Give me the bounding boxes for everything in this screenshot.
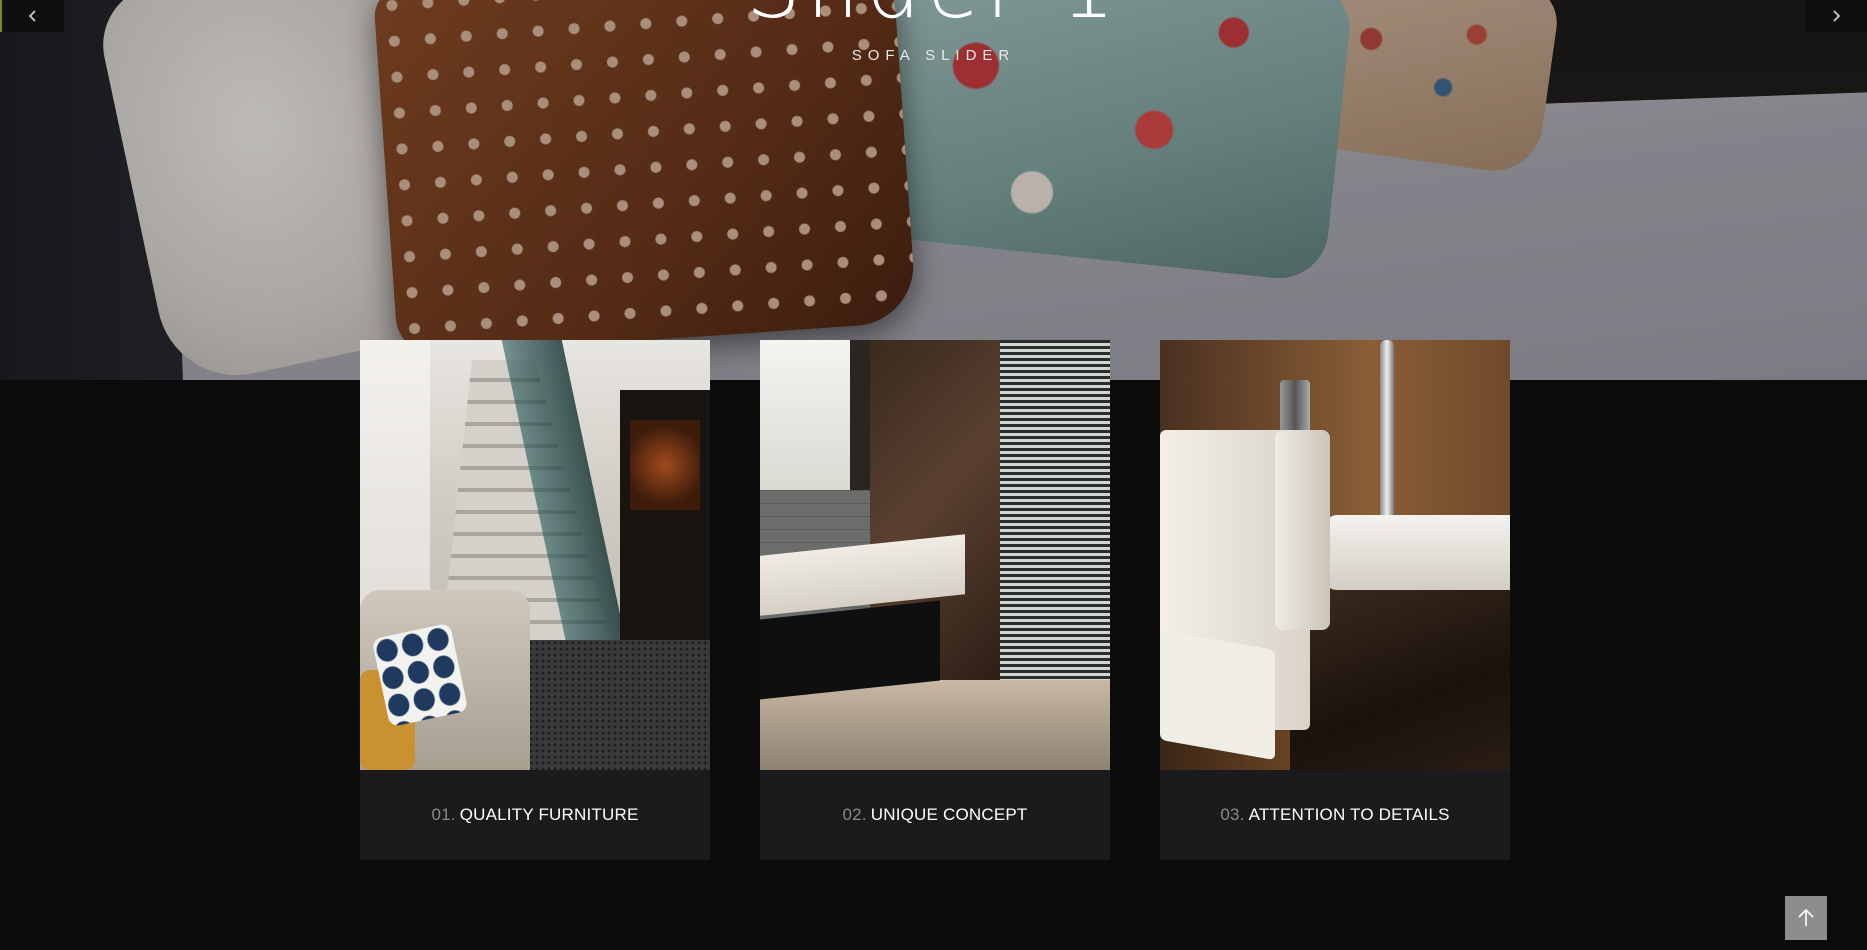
- feature-number: 02.: [842, 805, 867, 824]
- feature-caption: 03. ATTENTION TO DETAILS: [1160, 770, 1510, 860]
- slide-subtitle: SOFA SLIDER: [851, 47, 1016, 64]
- feature-card-quality-furniture[interactable]: 01. QUALITY FURNITURE: [360, 340, 710, 860]
- feature-title: ATTENTION TO DETAILS: [1248, 805, 1450, 824]
- slide-title: Slider 1: [0, 0, 1867, 38]
- hero-slider: Slider 1 SOFA SLIDER: [0, 0, 1867, 380]
- chevron-left-icon: [28, 10, 36, 22]
- feature-image-staircase: [360, 340, 710, 770]
- feature-number: 01.: [431, 805, 456, 824]
- feature-card-attention-to-details[interactable]: 03. ATTENTION TO DETAILS: [1160, 340, 1510, 860]
- slider-prev-button[interactable]: [0, 0, 64, 32]
- feature-caption: 02. UNIQUE CONCEPT: [760, 770, 1110, 860]
- feature-title: QUALITY FURNITURE: [459, 805, 639, 824]
- chevron-right-icon: [1833, 10, 1841, 22]
- feature-title: UNIQUE CONCEPT: [870, 805, 1028, 824]
- slider-next-button[interactable]: [1805, 0, 1867, 32]
- arrow-up-icon: [1798, 908, 1814, 926]
- feature-card-unique-concept[interactable]: 02. UNIQUE CONCEPT: [760, 340, 1110, 860]
- feature-cards: 01. QUALITY FURNITURE 02. UNIQUE CONCEPT: [360, 340, 1510, 860]
- back-to-top-button[interactable]: [1785, 896, 1827, 940]
- feature-image-bathroom: [760, 340, 1110, 770]
- feature-caption: 01. QUALITY FURNITURE: [360, 770, 710, 860]
- feature-image-sink: [1160, 340, 1510, 770]
- feature-number: 03.: [1220, 805, 1245, 824]
